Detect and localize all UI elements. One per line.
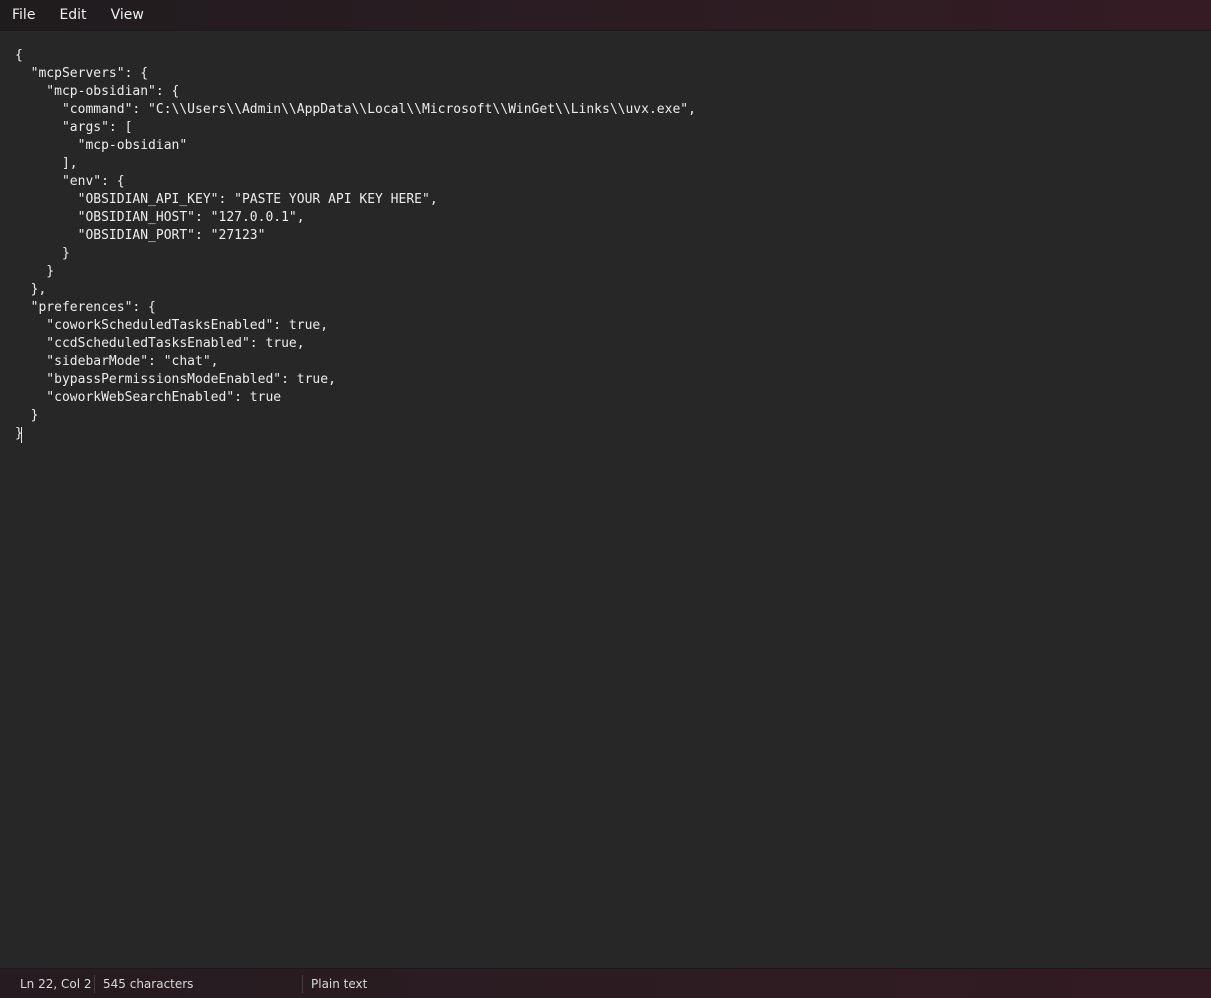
status-file-type[interactable]: Plain text: [303, 975, 375, 993]
menu-edit[interactable]: Edit: [47, 0, 98, 30]
menu-bar: File Edit View: [0, 0, 1211, 31]
text-editor-area[interactable]: { "mcpServers": { "mcp-obsidian": { "com…: [0, 31, 1211, 967]
menu-file[interactable]: File: [0, 0, 47, 30]
menu-view[interactable]: View: [99, 0, 156, 30]
editor-text[interactable]: { "mcpServers": { "mcp-obsidian": { "com…: [15, 47, 696, 443]
text-caret: [21, 427, 22, 443]
status-cursor-position[interactable]: Ln 22, Col 2: [0, 974, 95, 993]
notepad-window: File Edit View { "mcpServers": { "mcp-ob…: [0, 0, 1211, 998]
status-character-count: 545 characters: [95, 974, 303, 993]
status-bar: Ln 22, Col 2 545 characters Plain text: [0, 968, 1211, 998]
